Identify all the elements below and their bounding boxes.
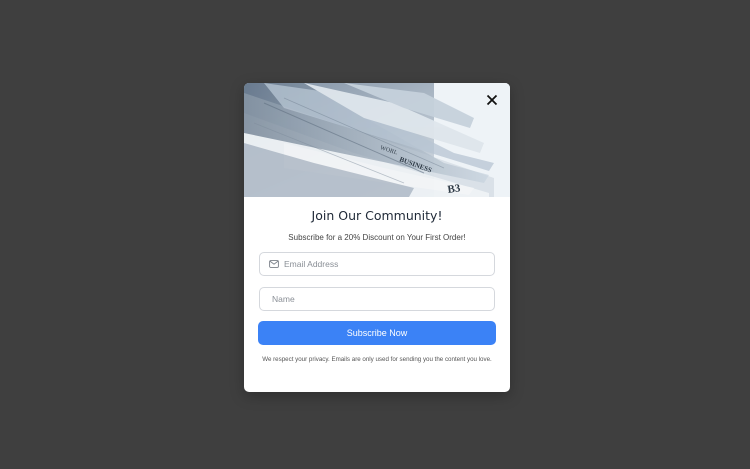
mail-icon bbox=[269, 260, 279, 268]
name-field[interactable] bbox=[259, 287, 495, 311]
email-input[interactable] bbox=[284, 259, 494, 269]
newspaper-hero-image: WORL BUSINESS B3 bbox=[244, 83, 510, 197]
email-field[interactable] bbox=[259, 252, 495, 276]
modal-title: Join Our Community! bbox=[311, 208, 443, 223]
name-input[interactable] bbox=[260, 294, 494, 304]
newspaper-illustration: WORL BUSINESS B3 bbox=[244, 83, 510, 197]
hero-text-number: B3 bbox=[447, 182, 462, 196]
subscribe-button[interactable]: Subscribe Now bbox=[258, 321, 496, 345]
modal-content: Join Our Community! Subscribe for a 20% … bbox=[244, 208, 510, 365]
close-icon[interactable] bbox=[485, 93, 499, 107]
privacy-note: We respect your privacy. Emails are only… bbox=[262, 356, 492, 363]
modal-subtitle: Subscribe for a 20% Discount on Your Fir… bbox=[288, 233, 466, 242]
subscribe-modal: WORL BUSINESS B3 Join Our Community! Sub… bbox=[244, 83, 510, 392]
